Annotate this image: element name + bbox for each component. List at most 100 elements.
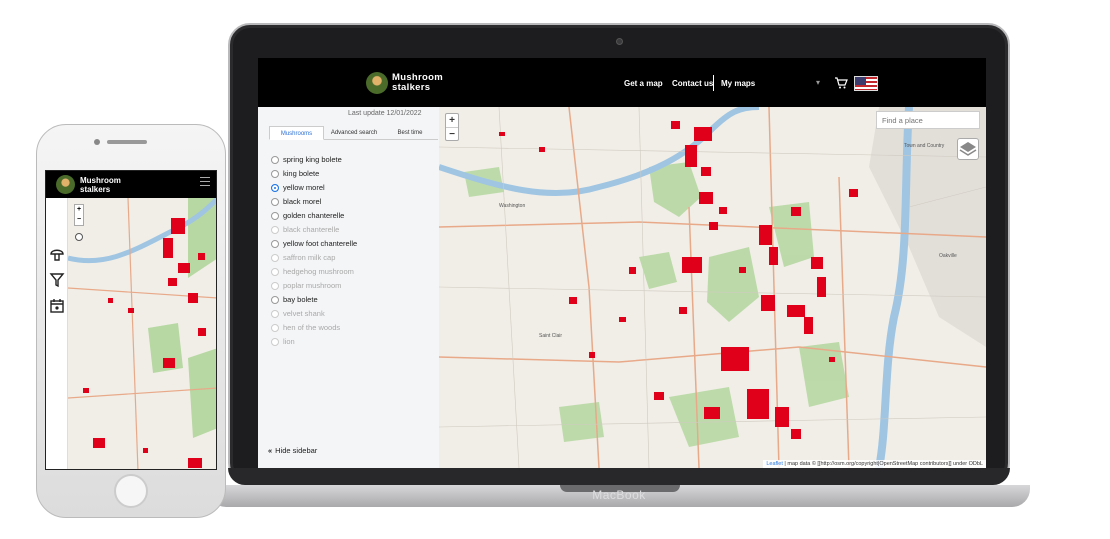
- logo-icon[interactable]: [366, 72, 388, 94]
- mushroom-option-label: yellow morel: [283, 183, 325, 192]
- tab-best-time[interactable]: Best time: [384, 126, 436, 140]
- mushroom-option[interactable]: bay bolete: [271, 294, 318, 306]
- svg-text:Saint Clair: Saint Clair: [539, 333, 562, 339]
- mushroom-option[interactable]: yellow morel: [271, 182, 325, 194]
- mushroom-option: hedgehog mushroom: [271, 266, 354, 278]
- radio-button-icon[interactable]: [271, 156, 279, 165]
- logo-line2: stalkers: [392, 82, 431, 93]
- mushroom-option: poplar mushroom: [271, 280, 341, 292]
- phone-home-button[interactable]: [114, 474, 148, 508]
- mushroom-option[interactable]: king bolete: [271, 168, 319, 180]
- device-mockup: MacBook Mushroom stalkers Get a map Cont…: [0, 0, 1110, 539]
- mushroom-option-label: saffron milk cap: [283, 253, 336, 262]
- map[interactable]: Saint Clair Town and Country Washington Oa…: [439, 107, 986, 468]
- mushroom-option[interactable]: golden chanterelle: [271, 210, 344, 222]
- radio-button-icon: [271, 282, 279, 291]
- radio-button-icon[interactable]: [271, 296, 279, 305]
- mushroom-option: saffron milk cap: [271, 252, 335, 264]
- mushroom-option-label: velvet shank: [283, 309, 325, 318]
- hide-sidebar-label: Hide sidebar: [275, 446, 318, 455]
- mushroom-option-label: lion: [283, 337, 295, 346]
- mushroom-option: velvet shank: [271, 308, 325, 320]
- laptop-screen: Mushroom stalkers Get a map Contact us M…: [258, 58, 986, 468]
- tab-advanced-search[interactable]: Advanced search: [326, 126, 382, 140]
- zoom-in-button[interactable]: +: [446, 114, 458, 128]
- phone-top-bar: Mushroom stalkers: [46, 171, 216, 198]
- tab-mushrooms[interactable]: Mushrooms: [269, 126, 324, 140]
- sidebar: Last update 12/01/2022 Mushrooms Advance…: [258, 107, 439, 468]
- layers-icon[interactable]: [957, 138, 979, 160]
- nav-contact-us[interactable]: Contact us: [672, 79, 713, 88]
- mushroom-option: black chanterelle: [271, 224, 339, 236]
- us-flag-icon[interactable]: [854, 76, 878, 91]
- radio-button-icon: [271, 324, 279, 333]
- mushroom-option-label: hedgehog mushroom: [283, 267, 354, 276]
- nav-get-map[interactable]: Get a map: [624, 79, 663, 88]
- laptop-brand-label: MacBook: [592, 488, 646, 502]
- radio-button-icon: [271, 226, 279, 235]
- sidebar-tabs: Mushrooms Advanced search Best time: [269, 126, 438, 140]
- attribution-text: | map data © [[http://osm.org/copyright|…: [782, 461, 983, 467]
- mushroom-option-label: poplar mushroom: [283, 281, 342, 290]
- map-attribution: Leaflet | map data © [[http://osm.org/co…: [763, 460, 986, 468]
- logo-text[interactable]: Mushroom stalkers: [392, 73, 443, 93]
- last-update-text: Last update 12/01/2022: [348, 110, 422, 117]
- mushroom-option-label: black morel: [283, 197, 322, 206]
- phone-sidebar-rail: »: [46, 198, 68, 469]
- double-chevron-left-icon: «: [268, 446, 273, 455]
- mushroom-option[interactable]: yellow foot chanterelle: [271, 238, 357, 250]
- radio-button-icon: [271, 310, 279, 319]
- hide-sidebar-button[interactable]: «Hide sidebar: [268, 446, 317, 455]
- phone-map-tiles: [68, 198, 216, 469]
- radio-button-icon[interactable]: [271, 170, 279, 179]
- mushroom-option-label: golden chanterelle: [283, 211, 345, 220]
- zoom-out-button[interactable]: −: [446, 128, 458, 142]
- map-tiles: Saint Clair Town and Country Washington Oa…: [439, 107, 986, 468]
- calendar-icon[interactable]: [49, 298, 65, 314]
- svg-text:Oakville: Oakville: [939, 253, 957, 259]
- mushroom-option-label: king bolete: [283, 169, 320, 178]
- phone-logo-line2: stalkers: [80, 184, 111, 194]
- phone-zoom-control: + −: [74, 204, 84, 226]
- radio-button-icon[interactable]: [271, 240, 279, 249]
- mushroom-option-label: bay bolete: [283, 295, 318, 304]
- svg-text:Washington: Washington: [499, 203, 525, 209]
- radio-button-icon: [271, 254, 279, 263]
- laptop-camera: [616, 38, 623, 45]
- radio-button-icon: [271, 338, 279, 347]
- mushroom-option-label: yellow foot chanterelle: [283, 239, 358, 248]
- laptop-lid-bottom: [228, 468, 1010, 485]
- radio-button-icon[interactable]: [271, 198, 279, 207]
- mushroom-option[interactable]: black morel: [271, 196, 321, 208]
- mushroom-option-label: hen of the woods: [283, 323, 341, 332]
- find-place-input[interactable]: [876, 111, 980, 129]
- phone-logo-text[interactable]: Mushroom stalkers: [80, 176, 121, 194]
- phone-zoom-in-button[interactable]: +: [75, 205, 83, 215]
- locate-icon[interactable]: [75, 233, 83, 241]
- phone-screen: Mushroom stalkers + −: [45, 170, 217, 470]
- mushroom-option-label: spring king bolete: [283, 155, 342, 164]
- cart-icon[interactable]: [834, 76, 848, 90]
- phone-map[interactable]: [68, 198, 216, 469]
- phone-logo-icon[interactable]: [56, 175, 75, 194]
- nav-dropdown-caret-icon[interactable]: ▾: [816, 78, 820, 87]
- filter-icon[interactable]: [49, 272, 65, 288]
- leaflet-link[interactable]: Leaflet: [766, 461, 783, 467]
- mushroom-option-label: black chanterelle: [283, 225, 340, 234]
- phone-camera: [94, 139, 100, 145]
- mushroom-option: hen of the woods: [271, 322, 340, 334]
- svg-text:Town and Country: Town and Country: [904, 143, 945, 149]
- mushroom-option[interactable]: spring king bolete: [271, 154, 342, 166]
- radio-button-icon[interactable]: [271, 212, 279, 221]
- map-zoom-control: + −: [445, 113, 459, 141]
- radio-button-icon[interactable]: [271, 184, 279, 193]
- mushroom-icon[interactable]: [49, 246, 65, 262]
- radio-button-icon: [271, 268, 279, 277]
- nav-my-maps[interactable]: My maps: [721, 79, 755, 88]
- mushroom-option: lion: [271, 336, 295, 348]
- phone-speaker: [107, 140, 147, 144]
- hamburger-menu-icon[interactable]: [200, 177, 210, 186]
- top-navbar: Mushroom stalkers Get a map Contact us M…: [258, 58, 986, 107]
- phone-zoom-out-button[interactable]: −: [75, 215, 83, 225]
- nav-separator: [713, 75, 714, 91]
